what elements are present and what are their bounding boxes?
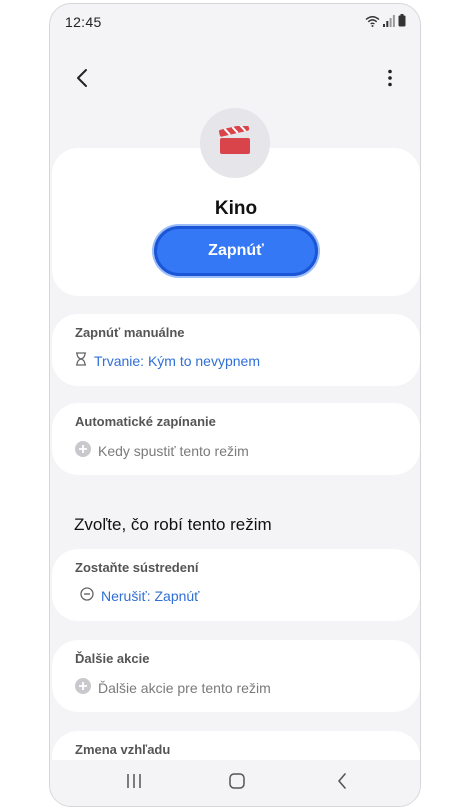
duration-setting[interactable]: Trvanie: Kým to nevypnem — [75, 352, 260, 369]
battery-icon — [398, 14, 406, 32]
more-vertical-icon — [388, 69, 392, 92]
focus-heading: Zostaňte sústredení — [75, 560, 199, 575]
status-icons — [365, 14, 406, 32]
navigation-bar — [50, 760, 420, 806]
schedule-value: Kedy spustiť tento režim — [98, 442, 249, 459]
dnd-value: Nerušiť: Zapnúť — [101, 587, 200, 604]
automatic-heading: Automatické zapínanie — [75, 414, 216, 429]
back-button[interactable] — [68, 66, 96, 94]
home-button[interactable] — [222, 770, 252, 796]
phone-screen: 12:45 Kino Zapnúť Zapnúť manuálne Trvani… — [49, 3, 421, 807]
automatic-card: Automatické zapínanie Kedy spustiť tento… — [52, 403, 420, 475]
actions-heading: Ďalšie akcie — [75, 651, 150, 666]
focus-card: Zostaňte sústredení Nerušiť: Zapnúť — [52, 549, 420, 621]
back-arrow-icon — [76, 68, 88, 93]
nav-back-button[interactable] — [327, 770, 357, 796]
schedule-setting[interactable]: Kedy spustiť tento režim — [75, 441, 249, 460]
section-title: Zvoľte, čo robí tento režim — [74, 515, 272, 534]
more-options-button[interactable] — [378, 66, 402, 94]
recent-apps-icon — [126, 773, 142, 794]
duration-value: Trvanie: Kým to nevypnem — [94, 352, 260, 369]
actions-setting[interactable]: Ďalšie akcie pre tento režim — [75, 678, 271, 697]
actions-card: Ďalšie akcie Ďalšie akcie pre tento reži… — [52, 640, 420, 712]
turn-on-button[interactable]: Zapnúť — [154, 226, 318, 276]
back-icon — [337, 772, 347, 794]
home-icon — [229, 772, 245, 794]
do-not-disturb-icon — [80, 587, 94, 604]
manual-card: Zapnúť manuálne Trvanie: Kým to nevypnem — [52, 314, 420, 386]
mode-icon-badge — [200, 108, 270, 178]
add-circle-icon — [75, 678, 91, 697]
mode-title: Kino — [214, 198, 258, 219]
top-bar — [50, 56, 420, 100]
status-bar: 12:45 — [50, 4, 420, 38]
add-circle-icon — [75, 441, 91, 460]
clapperboard-icon — [218, 123, 252, 161]
actions-value: Ďalšie akcie pre tento režim — [98, 679, 271, 696]
wifi-icon — [365, 14, 380, 32]
appearance-heading: Zmena vzhľadu — [75, 742, 171, 757]
hourglass-icon — [75, 352, 87, 369]
status-time: 12:45 — [65, 14, 102, 30]
manual-heading: Zapnúť manuálne — [75, 325, 185, 340]
dnd-setting[interactable]: Nerušiť: Zapnúť — [80, 587, 199, 604]
signal-icon — [383, 14, 395, 32]
recent-apps-button[interactable] — [119, 770, 149, 796]
